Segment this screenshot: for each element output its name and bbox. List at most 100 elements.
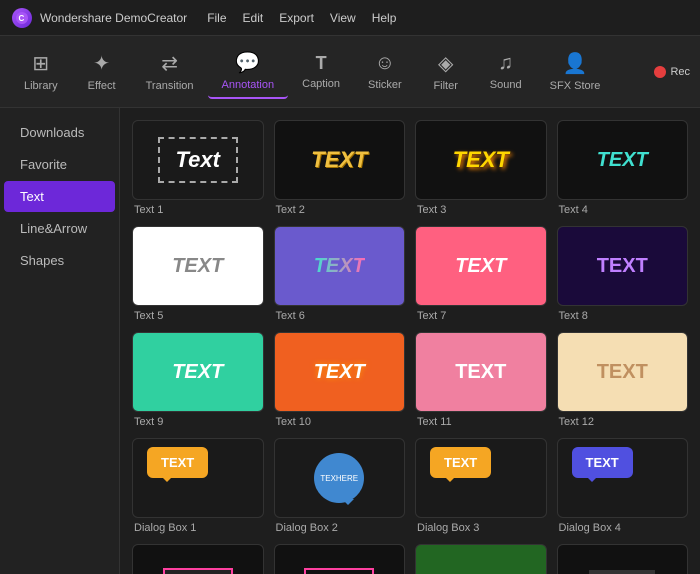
speech-bubble-4: TEXT (572, 447, 633, 478)
label-text11: Text 11 (415, 416, 452, 428)
filter-label: Filter (433, 80, 457, 92)
toolbar-sfxstore[interactable]: 👤 SFX Store (536, 45, 615, 98)
toolbar-annotation[interactable]: 💬 Annotation (208, 44, 289, 99)
thumb-text9: TEXT (132, 332, 264, 412)
thumb-r5c2-label: TEXT (304, 568, 374, 574)
thumb-text2-label: TEXT (311, 147, 367, 173)
menubar: File Edit Export View Help (207, 11, 396, 25)
card-r5c1[interactable]: TEXT (132, 544, 264, 574)
thumb-text5-label: TEXT (172, 255, 223, 278)
thumb-text3: TEXT (415, 120, 547, 200)
card-text10[interactable]: TEXT Text 10 (274, 332, 406, 428)
thumb-db3: TEXT (415, 438, 547, 518)
card-db1[interactable]: TEXT Dialog Box 1 (132, 438, 264, 534)
label-db1: Dialog Box 1 (132, 522, 196, 534)
card-text4[interactable]: TEXT Text 4 (557, 120, 689, 216)
toolbar-library[interactable]: ⊞ Library (10, 45, 72, 98)
card-text9[interactable]: TEXT Text 9 (132, 332, 264, 428)
card-db2[interactable]: TEXHERE Dialog Box 2 (274, 438, 406, 534)
speech-bubble-3: TEXT (430, 447, 491, 478)
sidebar-item-linearrow[interactable]: Line&Arrow (4, 213, 115, 244)
menu-file[interactable]: File (207, 11, 226, 25)
thumb-text12: TEXT (557, 332, 689, 412)
card-text5[interactable]: TEXT Text 5 (132, 226, 264, 322)
card-db3[interactable]: TEXT Dialog Box 3 (415, 438, 547, 534)
card-text6[interactable]: TEXT Text 6 (274, 226, 406, 322)
card-r5c2[interactable]: TEXT (274, 544, 406, 574)
menu-help[interactable]: Help (372, 11, 397, 25)
titlebar: C Wondershare DemoCreator File Edit Expo… (0, 0, 700, 36)
rec-button-dot (654, 66, 666, 78)
thumb-text10-label: TEXT (314, 361, 365, 384)
speech-bubble-2: TEXHERE (314, 453, 364, 503)
main-area: Downloads Favorite Text Line&Arrow Shape… (0, 108, 700, 574)
effect-label: Effect (88, 80, 116, 92)
thumb-text8: TEXT (557, 226, 689, 306)
menu-view[interactable]: View (330, 11, 356, 25)
thumb-text6-label: TEXT (314, 255, 365, 278)
card-r5c4[interactable]: TEXT (557, 544, 689, 574)
thumb-text11-label: TEXT (455, 361, 506, 384)
label-db4: Dialog Box 4 (557, 522, 621, 534)
toolbar-sound[interactable]: ♫ Sound (476, 46, 536, 97)
sfx-icon: 👤 (563, 51, 588, 76)
label-text10: Text 10 (274, 416, 311, 428)
sticker-label: Sticker (368, 79, 402, 91)
label-text5: Text 5 (132, 310, 163, 322)
app-logo: C (12, 8, 32, 28)
toolbar: ⊞ Library ✦ Effect ⇄ Transition 💬 Annota… (0, 36, 700, 108)
app-name: Wondershare DemoCreator (40, 11, 187, 25)
label-db3: Dialog Box 3 (415, 522, 479, 534)
sticker-icon: ☺ (375, 52, 395, 75)
speech-bubble-1: TEXT (147, 447, 208, 478)
thumb-r5c4-label: TEXT (589, 570, 655, 574)
thumb-text4-label: TEXT (597, 149, 648, 172)
sidebar: Downloads Favorite Text Line&Arrow Shape… (0, 108, 120, 574)
label-text3: Text 3 (415, 204, 446, 216)
card-text12[interactable]: TEXT Text 12 (557, 332, 689, 428)
library-label: Library (24, 80, 58, 92)
card-db4[interactable]: TEXT Dialog Box 4 (557, 438, 689, 534)
transition-icon: ⇄ (161, 51, 178, 76)
thumb-text12-label: TEXT (597, 361, 648, 384)
card-text8[interactable]: TEXT Text 8 (557, 226, 689, 322)
card-text11[interactable]: TEXT Text 11 (415, 332, 547, 428)
library-icon: ⊞ (32, 51, 49, 76)
label-text7: Text 7 (415, 310, 446, 322)
toolbar-caption[interactable]: T Caption (288, 47, 354, 96)
card-r5c3[interactable]: TEXT (415, 544, 547, 574)
toolbar-transition[interactable]: ⇄ Transition (132, 45, 208, 98)
thumb-text1: Text (132, 120, 264, 200)
label-text2: Text 2 (274, 204, 305, 216)
sound-icon: ♫ (498, 52, 513, 75)
thumb-r5c1: TEXT (132, 544, 264, 574)
sidebar-item-downloads[interactable]: Downloads (4, 117, 115, 148)
sidebar-item-text[interactable]: Text (4, 181, 115, 212)
toolbar-effect[interactable]: ✦ Effect (72, 45, 132, 98)
caption-icon: T (316, 53, 327, 74)
svg-text:C: C (19, 14, 25, 23)
effect-icon: ✦ (93, 51, 110, 76)
filter-icon: ◈ (438, 51, 453, 76)
toolbar-sticker[interactable]: ☺ Sticker (354, 46, 416, 97)
menu-edit[interactable]: Edit (243, 11, 264, 25)
rec-label: Rec (670, 66, 690, 78)
label-text4: Text 4 (557, 204, 588, 216)
card-text3[interactable]: TEXT Text 3 (415, 120, 547, 216)
thumb-text7: TEXT (415, 226, 547, 306)
transition-label: Transition (146, 80, 194, 92)
sidebar-item-favorite[interactable]: Favorite (4, 149, 115, 180)
annotation-label: Annotation (222, 79, 275, 91)
card-text2[interactable]: TEXT Text 2 (274, 120, 406, 216)
thumb-r5c2: TEXT (274, 544, 406, 574)
menu-export[interactable]: Export (279, 11, 314, 25)
sidebar-item-shapes[interactable]: Shapes (4, 245, 115, 276)
rec-area[interactable]: Rec (654, 66, 690, 78)
card-text1[interactable]: Text Text 1 (132, 120, 264, 216)
card-text7[interactable]: TEXT Text 7 (415, 226, 547, 322)
thumb-text6: TEXT (274, 226, 406, 306)
label-text6: Text 6 (274, 310, 305, 322)
thumb-r5c3: TEXT (415, 544, 547, 574)
toolbar-filter[interactable]: ◈ Filter (416, 45, 476, 98)
label-db2: Dialog Box 2 (274, 522, 338, 534)
